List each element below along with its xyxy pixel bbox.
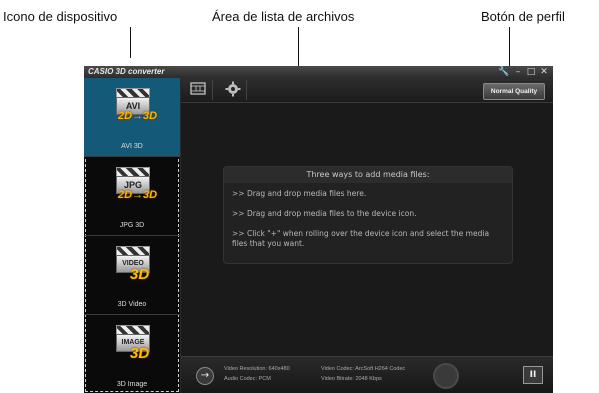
toolbar: Normal Quality — [181, 78, 553, 103]
video-codec: Video Codec: ArcSoft H264 Codec — [321, 366, 406, 372]
film-reel-icon[interactable] — [433, 363, 459, 389]
file-list-area[interactable]: Three ways to add media files: >> Drag a… — [181, 103, 553, 356]
device-label: 3D Video — [117, 301, 147, 308]
3d-image-icon: IMAGE 3D — [116, 325, 152, 362]
add-media-instructions: Three ways to add media files: >> Drag a… — [223, 166, 513, 264]
instruction-line-1: >> Drag and drop media files here. — [232, 189, 367, 198]
add-media-button[interactable] — [187, 80, 213, 100]
arrow-right-icon[interactable]: → — [196, 367, 214, 385]
instruction-line-3: >> Click "+" when rolling over the devic… — [232, 229, 490, 248]
gear-icon — [225, 81, 241, 97]
annotation-device-icon: Icono de dispositivo — [3, 9, 118, 24]
device-badge: 2D→3D — [118, 189, 158, 201]
jpg-3d-icon: JPG 2D→3D — [116, 167, 157, 203]
annotation-file-list-area: Área de lista de archivos — [212, 9, 355, 24]
app-window: CASIO 3D converter 🔧 – □ ✕ AVI 2D→3D AVI… — [84, 66, 553, 393]
instructions-title: Three ways to add media files: — [224, 167, 512, 183]
pause-button[interactable]: II — [523, 366, 543, 384]
wrench-icon[interactable]: 🔧 — [498, 66, 510, 78]
device-label: AVI 3D — [121, 143, 143, 150]
device-item-3d-image[interactable]: IMAGE 3D 3D Image — [84, 315, 180, 393]
status-bar: → Video Resolution: 640x480 Audio Codec:… — [181, 356, 553, 393]
audio-codec: Audio Codec: PCM — [224, 376, 271, 382]
device-item-avi-3d[interactable]: AVI 2D→3D AVI 3D — [84, 78, 180, 157]
3d-video-icon: VIDEO 3D — [116, 246, 152, 283]
device-item-3d-video[interactable]: VIDEO 3D 3D Video — [84, 236, 180, 315]
device-label: JPG 3D — [119, 222, 145, 229]
video-bitrate: Video Bitrate: 2048 Kbps — [321, 376, 382, 382]
device-label: 3D Image — [116, 381, 148, 388]
avi-3d-icon: AVI 2D→3D — [116, 88, 157, 124]
device-item-jpg-3d[interactable]: JPG 2D→3D JPG 3D — [84, 157, 180, 236]
callout-line-device — [130, 27, 131, 58]
device-sidebar: AVI 2D→3D AVI 3D JPG 2D→3D JPG 3D VIDEO … — [84, 78, 181, 393]
title-bar: CASIO 3D converter 🔧 – □ ✕ — [84, 66, 553, 78]
instruction-line-2: >> Drag and drop media files to the devi… — [232, 209, 417, 218]
annotation-profile-button: Botón de perfil — [481, 9, 565, 24]
settings-button[interactable] — [221, 80, 247, 100]
profile-button[interactable]: Normal Quality — [483, 83, 545, 100]
close-icon[interactable]: ✕ — [538, 66, 550, 78]
app-title: CASIO 3D converter — [88, 67, 165, 76]
maximize-icon[interactable]: □ — [525, 66, 537, 78]
device-badge: 3D — [130, 266, 150, 283]
film-strip-icon — [190, 82, 206, 95]
device-badge: 2D→3D — [118, 110, 158, 122]
minimize-icon[interactable]: – — [512, 66, 524, 78]
video-resolution: Video Resolution: 640x480 — [224, 366, 290, 372]
device-badge: 3D — [130, 345, 150, 362]
